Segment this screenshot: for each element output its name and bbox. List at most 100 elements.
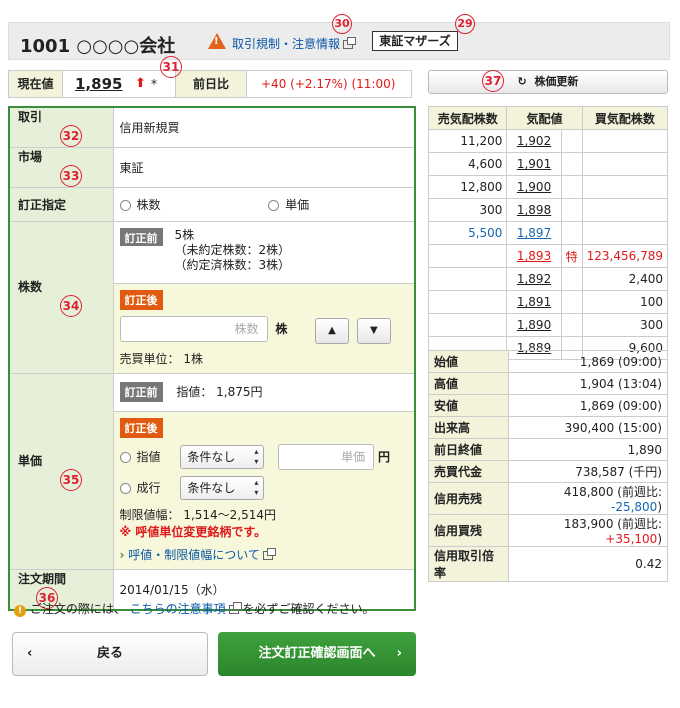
board-price[interactable]: 1,898: [517, 203, 551, 217]
regulation-link[interactable]: 取引規制・注意情報: [232, 37, 340, 51]
board-price[interactable]: 1,892: [517, 272, 551, 286]
chevron-right-icon: ›: [396, 646, 402, 661]
stats-label: 高値: [428, 372, 509, 395]
board-flag: [560, 267, 583, 291]
board-buy-qty: [581, 198, 669, 222]
tick-info-link[interactable]: 呼値・制限値幅について: [128, 548, 260, 562]
stats-label: 売買代金: [428, 460, 509, 483]
board-price-cell: 1,893: [506, 244, 562, 268]
stats-row: 信用買残 183,900 (前週比: +35,100): [428, 514, 668, 547]
marker-35: 35: [60, 469, 82, 491]
market-order-label: 成行: [136, 481, 161, 495]
board-row: 1,892 2,400: [427, 267, 669, 291]
update-price-button[interactable]: ↻ 株価更新: [428, 70, 668, 94]
quantity-before: 訂正前 5株 （未約定株数：2株） （約定済株数：3株）: [112, 221, 416, 284]
price-bar: 現在値 1,895 ⬆ * 前日比 +40 (+2.17%) (11:00): [8, 70, 412, 98]
stats-row: 売買代金 738,587 (千円): [428, 460, 668, 483]
board-buy-qty: 100: [581, 290, 669, 314]
market-condition-select[interactable]: 条件なし: [180, 476, 265, 500]
external-link-icon: [262, 548, 276, 560]
stats-row: 安値 1,869 (09:00): [428, 394, 668, 417]
price-before-value: 指値： 1,875円: [176, 385, 263, 399]
radio-price[interactable]: [268, 200, 280, 211]
external-link-icon: [343, 37, 357, 49]
market-value: 東証: [112, 147, 416, 188]
board-buy-qty: [581, 221, 669, 245]
board-price[interactable]: 1,900: [517, 180, 551, 194]
torihiki-value: 信用新規買: [112, 106, 416, 148]
price-label-cell: 単価 35: [8, 373, 114, 570]
price-label: 単価: [18, 454, 43, 468]
stats-delta: +35,100: [605, 532, 658, 546]
quantity-unit: 株: [275, 322, 288, 336]
board-flag: [560, 129, 583, 153]
board-header-sell: 売気配株数: [427, 106, 508, 130]
market-tag: 東証マザーズ: [372, 31, 458, 51]
stats-value-cell: 418,800 (前週比: -25,800): [508, 482, 668, 515]
period-label: 注文期間: [18, 572, 67, 586]
stock-title: 1001 ○○○○会社: [20, 36, 176, 57]
limit-label: 指値: [136, 450, 161, 464]
trade-unit: 売買単位： 1株: [119, 352, 203, 366]
notice-suffix: を必ずご確認ください。: [242, 602, 375, 616]
board-buy-qty: 123,456,789: [581, 244, 669, 268]
board-price-cell: 1,902: [506, 129, 562, 153]
warning-icon: !: [208, 33, 226, 49]
board-buy-qty: [581, 175, 669, 199]
stats-value-pre: 418,800 (前週比:: [563, 485, 662, 499]
refresh-icon: ↻: [517, 75, 527, 88]
notice-link[interactable]: こちらの注意事項: [130, 602, 226, 616]
board-row: 12,800 1,900: [427, 175, 669, 199]
confirm-label: 注文訂正確認画面へ: [258, 646, 376, 661]
board-sell-qty: 5,500: [427, 221, 508, 245]
back-button[interactable]: ‹ 戻る: [12, 632, 208, 676]
chevron-right-icon: ›: [119, 548, 125, 562]
board-sell-qty: 12,800: [427, 175, 508, 199]
quantity-input[interactable]: 株数: [119, 316, 268, 342]
board-price-cell: 1,901: [506, 152, 562, 176]
board-price[interactable]: 1,902: [517, 134, 551, 148]
market-label: 市場: [18, 150, 43, 164]
marker-31: 31: [160, 56, 182, 78]
correction-opt-quantity: 株数: [136, 198, 161, 212]
price-before: 訂正前 指値： 1,875円: [112, 373, 416, 412]
after-tag: 訂正後: [119, 290, 163, 310]
board-buy-qty: [581, 129, 669, 153]
marker-34: 34: [60, 295, 82, 317]
board-price[interactable]: 1,890: [517, 318, 551, 332]
quantity-up-button[interactable]: ▲: [315, 318, 349, 344]
radio-limit[interactable]: [119, 452, 131, 463]
board-flag: [560, 313, 583, 337]
board-sell-qty: 11,200: [427, 129, 508, 153]
board-flag: [560, 221, 583, 245]
price-asterisk: *: [151, 77, 157, 91]
board-price[interactable]: 1,893: [517, 249, 551, 263]
qty-before-filled: （約定済株数：3株）: [174, 258, 291, 272]
board-row: 4,600 1,901: [427, 152, 669, 176]
radio-quantity[interactable]: [119, 200, 131, 211]
limit-range: 制限値幅： 1,514～2,514円: [119, 508, 277, 522]
regulation-link-wrap[interactable]: 取引規制・注意情報: [232, 35, 357, 52]
board-price-cell: 1,892: [506, 267, 562, 291]
board-price-cell: 1,898: [506, 198, 562, 222]
board-price[interactable]: 1,901: [517, 157, 551, 171]
price-after: 訂正後 指値 条件なし 単価 円 成行 条件なし 制限値幅： 1,514～2,5…: [112, 411, 416, 570]
stats-value: 1,869 (09:00): [579, 398, 662, 413]
quantity-down-button[interactable]: ▼: [356, 318, 391, 344]
correction-opt-price: 単価: [285, 198, 310, 212]
board-price[interactable]: 1,897: [517, 226, 551, 240]
stats-value: 1,869 (09:00): [579, 354, 662, 369]
price-input[interactable]: 単価: [278, 444, 375, 470]
stats-value-post: ): [657, 500, 662, 514]
radio-market[interactable]: [119, 483, 131, 494]
correction-options: 株数 単価: [112, 187, 416, 222]
marker-37: 37: [482, 70, 504, 92]
confirm-button[interactable]: 注文訂正確認画面へ ›: [218, 632, 416, 676]
board-flag: [560, 290, 583, 314]
limit-condition-select[interactable]: 条件なし: [180, 445, 265, 469]
stats-row: 出来高 390,400 (15:00): [428, 416, 668, 439]
qty-before-total: 5株: [174, 228, 195, 242]
board-sell-qty: [427, 244, 508, 268]
board-price[interactable]: 1,891: [517, 295, 551, 309]
stats-value-post: ): [657, 532, 662, 546]
